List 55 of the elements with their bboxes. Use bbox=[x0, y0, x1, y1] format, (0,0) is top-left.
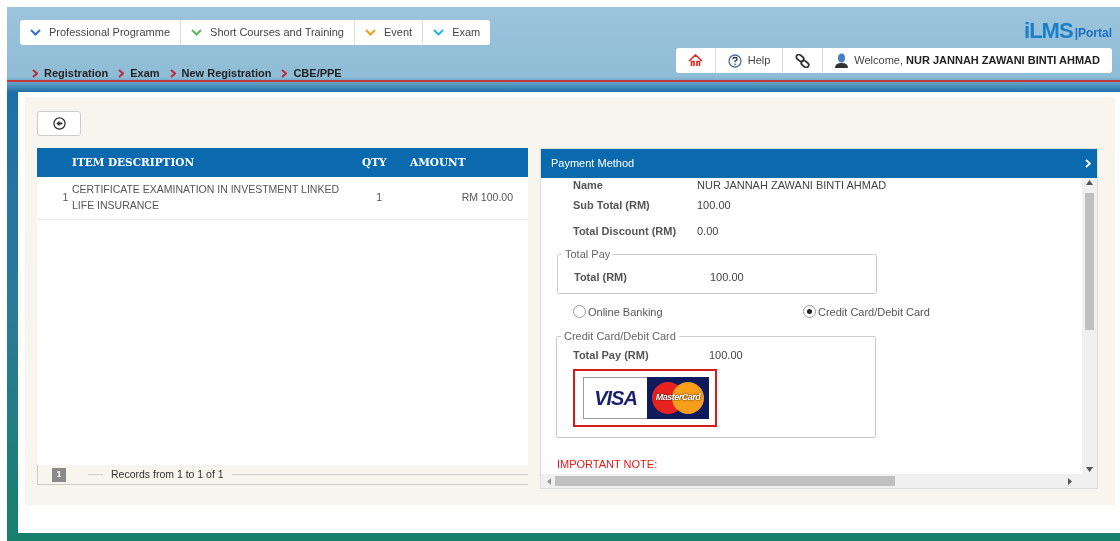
breadcrumb-link[interactable]: CBE/PPE bbox=[293, 65, 342, 82]
field-value: 0.00 bbox=[697, 223, 719, 239]
group-legend: Credit Card/Debit Card bbox=[561, 328, 679, 345]
scroll-down-arrow-icon[interactable] bbox=[1086, 467, 1093, 472]
field-label: Sub Total (RM) bbox=[572, 197, 651, 213]
table-cell-text: CERTIFICATE EXAMINATION IN INVESTMENT LINKED LIFE INSURANCE bbox=[72, 182, 340, 213]
mastercard-text: MasterCard bbox=[655, 390, 701, 404]
menu-tab[interactable]: Short Courses and Training bbox=[181, 20, 355, 45]
table-cell-text: 1 bbox=[61, 189, 70, 205]
table-cell-text: 1 bbox=[375, 189, 382, 205]
scroll-up-arrow-icon[interactable] bbox=[1086, 180, 1093, 185]
radio-option[interactable]: Online Banking bbox=[573, 303, 803, 320]
visa-text: VISA bbox=[594, 385, 637, 411]
chevron-right-icon bbox=[32, 68, 38, 78]
table-cell-text: RM 100.00 bbox=[461, 189, 514, 205]
radio-button[interactable] bbox=[803, 305, 816, 319]
group-legend: Total Pay bbox=[562, 246, 614, 263]
panel-title: Payment Method bbox=[551, 156, 635, 172]
horizontal-scrollbar[interactable] bbox=[541, 474, 1097, 488]
menu-tab[interactable]: Event bbox=[355, 20, 424, 45]
column-header: AMOUNT bbox=[410, 154, 467, 170]
field-label: Total (RM) bbox=[574, 270, 628, 286]
home-icon bbox=[687, 54, 703, 67]
breadcrumb-link[interactable]: Registration bbox=[44, 65, 109, 82]
field-value: 100.00 bbox=[710, 270, 744, 286]
vertical-scrollbar[interactable] bbox=[1082, 178, 1097, 474]
help-icon bbox=[727, 53, 742, 68]
menu-tab[interactable]: Professional Programme bbox=[20, 20, 182, 45]
records-text: Records from 1 to 1 of 1 bbox=[111, 466, 224, 482]
user-icon bbox=[835, 53, 849, 68]
important-note: IMPORTANT NOTE: bbox=[557, 456, 659, 472]
chevron-right-icon bbox=[118, 68, 125, 78]
radio-option[interactable]: Credit Card/Debit Card bbox=[803, 303, 930, 320]
column-header: QTY bbox=[362, 154, 388, 171]
chevron-right-icon bbox=[169, 68, 176, 78]
breadcrumb-link[interactable]: Exam bbox=[130, 65, 160, 82]
field-value: 100.00 bbox=[709, 348, 743, 364]
logo-suffix: |Portal bbox=[1074, 25, 1112, 42]
field-label: Name bbox=[572, 178, 604, 193]
field-value: NUR JANNAH ZAWANI BINTI AHMAD bbox=[697, 178, 887, 193]
column-header: ITEM DESCRIPTION bbox=[72, 154, 196, 170]
chain-link-icon bbox=[795, 53, 811, 68]
back-button[interactable] bbox=[37, 111, 81, 136]
scroll-right-arrow-icon[interactable] bbox=[1068, 477, 1072, 485]
chevron-right-icon[interactable] bbox=[1085, 159, 1091, 168]
radio-button[interactable] bbox=[573, 305, 586, 319]
help-button[interactable]: Help bbox=[715, 48, 784, 73]
field-value: 100.00 bbox=[697, 197, 731, 213]
welcome-text: Welcome, NUR JANNAH ZAWANI BINTI AHMAD bbox=[854, 53, 1100, 69]
field-label: Total Discount (RM) bbox=[572, 223, 678, 239]
field-label: Total Pay (RM) bbox=[573, 348, 650, 364]
menu-tab[interactable]: Exam bbox=[423, 20, 491, 45]
breadcrumb-link[interactable]: New Registration bbox=[181, 65, 272, 82]
chevron-right-icon bbox=[281, 68, 288, 78]
logo-text: iLMS bbox=[1024, 20, 1073, 42]
